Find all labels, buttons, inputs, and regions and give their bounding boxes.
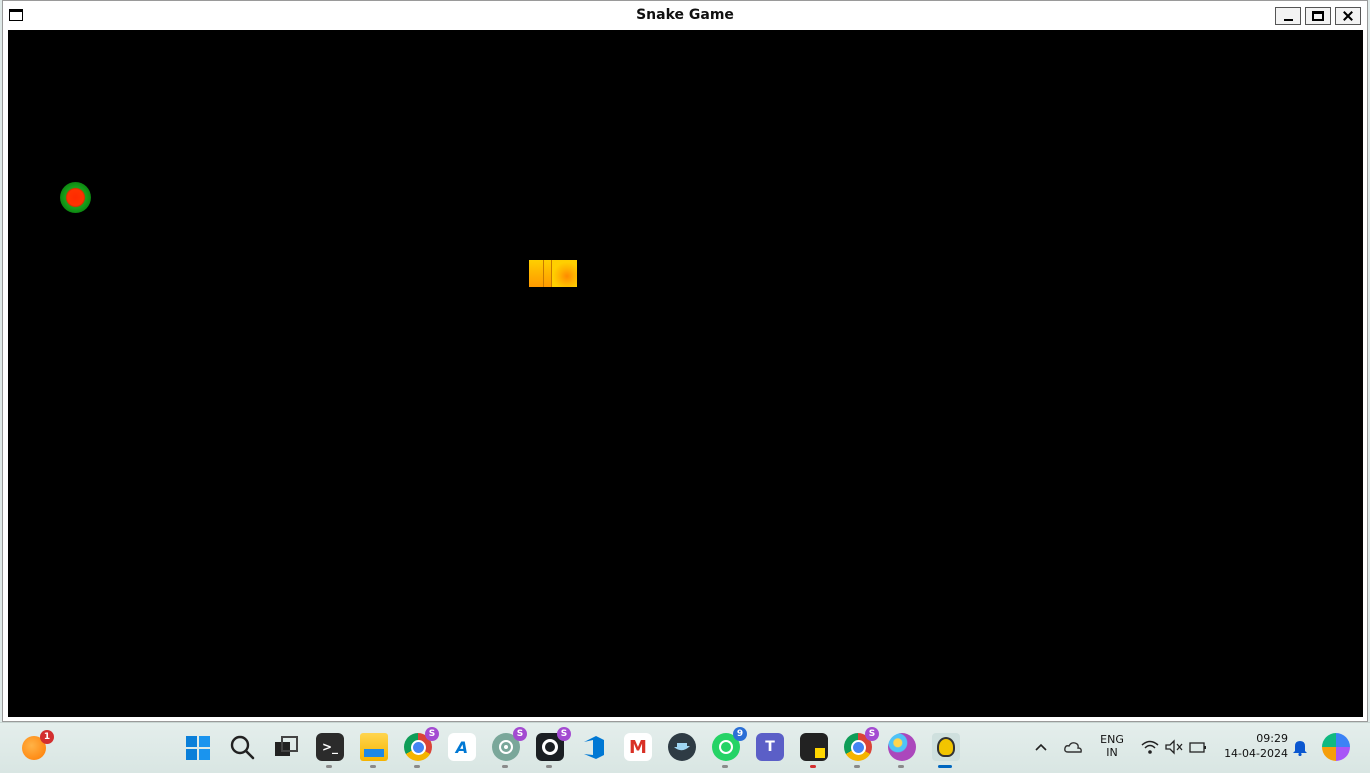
maximize-button[interactable]: [1305, 7, 1331, 25]
teams-glyph: T: [765, 739, 775, 755]
clock-date: 14-04-2024: [1224, 747, 1288, 760]
whale-icon: [674, 743, 690, 751]
wifi-glyph-icon: [1141, 740, 1159, 754]
cloud-icon: [1064, 742, 1082, 753]
teams-icon[interactable]: T: [756, 733, 784, 761]
food-apple: [60, 182, 91, 213]
close-button[interactable]: [1335, 7, 1361, 25]
notifications-bell-icon[interactable]: [1288, 733, 1312, 761]
wifi-icon[interactable]: [1138, 733, 1162, 761]
snake-body-segment: [544, 260, 552, 287]
snake-game-window: Snake Game: [2, 0, 1368, 722]
folder-stripe: [364, 749, 384, 757]
bell-icon: [1293, 741, 1307, 756]
minimize-button[interactable]: [1275, 7, 1301, 25]
pygame-snake-glyph: [937, 737, 955, 757]
snake: [529, 260, 577, 287]
running-indicator: [546, 765, 552, 768]
copilot-icon[interactable]: [1322, 733, 1350, 761]
github-icon[interactable]: S: [536, 727, 571, 768]
battery-plug-icon: [1189, 742, 1206, 753]
task-view-icon[interactable]: [272, 733, 300, 761]
running-indicator: [810, 765, 816, 768]
task-view-glyph-icon: [275, 736, 298, 756]
running-indicator: [898, 765, 904, 768]
gmail-icon[interactable]: M: [624, 733, 652, 761]
terminal-icon[interactable]: >_: [316, 733, 344, 768]
chrome-profile-icon[interactable]: S: [844, 727, 879, 768]
battery-icon[interactable]: [1186, 733, 1210, 761]
game-canvas[interactable]: [8, 30, 1363, 717]
running-indicator: [722, 765, 728, 768]
chevron-up-icon: [1035, 743, 1047, 751]
language-indicator[interactable]: ENG IN: [1096, 733, 1128, 759]
start-icon[interactable]: [184, 734, 212, 762]
azure-devops-icon[interactable]: [580, 733, 608, 761]
active-indicator: [938, 765, 952, 768]
snake-head: [552, 260, 577, 287]
running-indicator: [854, 765, 860, 768]
unread-badge: 9: [733, 727, 747, 741]
chatgpt-icon[interactable]: S: [492, 727, 527, 768]
chrome-icon[interactable]: S: [404, 727, 439, 768]
region-code: IN: [1106, 746, 1118, 759]
running-indicator: [370, 765, 376, 768]
octocat-glyph: [542, 739, 558, 755]
profile-badge: S: [557, 727, 571, 741]
onedrive-icon[interactable]: [1060, 733, 1086, 761]
azure-icon[interactable]: A: [448, 733, 476, 761]
show-hidden-icons-chevron-icon[interactable]: [1028, 733, 1054, 761]
sticky-notes-icon[interactable]: [800, 733, 828, 768]
profile-badge: S: [513, 727, 527, 741]
clock-time: 09:29: [1256, 732, 1288, 745]
snake-tail-segment: [529, 260, 544, 287]
chrome-center: [850, 739, 866, 755]
volume-muted-icon[interactable]: [1162, 733, 1186, 761]
clock[interactable]: 09:29 14-04-2024: [1216, 732, 1288, 760]
windows-logo-icon: [186, 736, 210, 760]
python-game-icon[interactable]: [932, 733, 960, 768]
speaker-muted-icon: [1165, 739, 1183, 755]
running-indicator: [326, 765, 332, 768]
devops-glyph-icon: [584, 736, 604, 759]
note-corner: [815, 748, 825, 758]
profile-badge: S: [865, 727, 879, 741]
weather-widget-icon[interactable]: 1: [22, 730, 54, 760]
taskbar: 1 >_ S A S S M 9 T S ENG IN 09:29 14-04-…: [0, 722, 1370, 773]
phone-bubble-icon: [719, 740, 733, 754]
gmail-label: M: [629, 736, 647, 758]
window-title: Snake Game: [636, 7, 734, 23]
search-icon[interactable]: [228, 733, 256, 761]
whatsapp-icon[interactable]: 9: [712, 727, 747, 768]
terminal-prompt-glyph: >_: [321, 740, 339, 754]
chatgpt-knot-icon: [499, 740, 513, 754]
running-indicator: [502, 765, 508, 768]
weather-badge: 1: [40, 730, 54, 744]
magnifier-icon: [230, 735, 255, 760]
title-bar[interactable]: Snake Game: [3, 1, 1367, 29]
language-code: ENG: [1100, 733, 1124, 746]
paint-icon[interactable]: [888, 733, 916, 768]
file-explorer-icon[interactable]: [360, 733, 388, 768]
docker-icon[interactable]: [668, 733, 696, 761]
running-indicator: [414, 765, 420, 768]
chrome-center: [410, 739, 426, 755]
profile-badge: S: [425, 727, 439, 741]
azure-label: A: [455, 737, 469, 757]
